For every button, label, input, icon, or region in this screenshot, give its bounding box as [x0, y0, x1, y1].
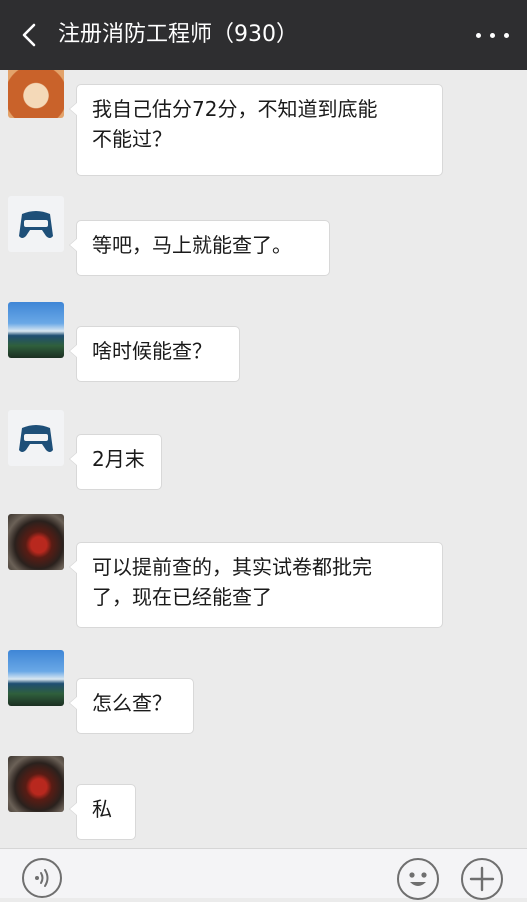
message-bubble[interactable]: 等吧，马上就能查了。 — [69, 220, 330, 276]
avatar[interactable] — [8, 410, 64, 466]
avatar[interactable] — [8, 650, 64, 706]
message-text-line: 等吧，马上就能查了。 — [92, 233, 292, 257]
avatar[interactable] — [8, 70, 64, 118]
message-bubble[interactable]: 私 — [69, 784, 136, 840]
chevron-left-icon — [22, 23, 36, 47]
message-bubble[interactable]: 啥时候能查？ — [69, 326, 240, 382]
message-bubble[interactable]: 可以提前查的，其实试卷都批完 了，现在已经能查了 — [69, 542, 443, 628]
voice-button[interactable] — [22, 858, 62, 898]
message-text-line: 啥时候能查？ — [92, 339, 212, 363]
message-bubble[interactable]: 怎么查？ — [69, 678, 194, 734]
input-toolbar — [0, 848, 527, 900]
message-text-line: 了，现在已经能查了 — [92, 585, 272, 609]
message-list[interactable]: 我自己估分72分，不知道到底能 不能过？ 等吧，马上就能查了。 啥时候能查？ 2… — [0, 70, 527, 848]
chat-title: 注册消防工程师（930） — [58, 22, 298, 47]
message-bubble[interactable]: 我自己估分72分，不知道到底能 不能过？ — [69, 84, 443, 176]
message-text-line: 私 — [92, 797, 112, 821]
game-controller-icon — [19, 211, 53, 238]
avatar[interactable] — [8, 756, 64, 812]
title-bar: 注册消防工程师（930） — [0, 0, 527, 70]
avatar[interactable] — [8, 196, 64, 252]
message-bubble[interactable]: 2月末 — [69, 434, 162, 490]
avatar[interactable] — [8, 302, 64, 358]
plus-icon — [469, 866, 495, 892]
more-dots-icon — [476, 33, 481, 38]
voice-icon — [35, 869, 49, 887]
emoji-button[interactable] — [397, 858, 439, 900]
more-button[interactable] — [473, 20, 513, 50]
game-controller-icon — [19, 425, 53, 452]
message-text-line: 不能过？ — [92, 127, 172, 151]
message-text-line: 我自己估分72分，不知道到底能 — [92, 97, 378, 121]
avatar[interactable] — [8, 514, 64, 570]
back-button[interactable] — [14, 17, 48, 53]
more-functions-button[interactable] — [461, 858, 503, 900]
message-text-line: 可以提前查的，其实试卷都批完 — [92, 555, 372, 579]
emoji-icon — [409, 872, 427, 886]
message-text-line: 怎么查？ — [92, 691, 172, 715]
message-text-line: 2月末 — [92, 447, 145, 471]
